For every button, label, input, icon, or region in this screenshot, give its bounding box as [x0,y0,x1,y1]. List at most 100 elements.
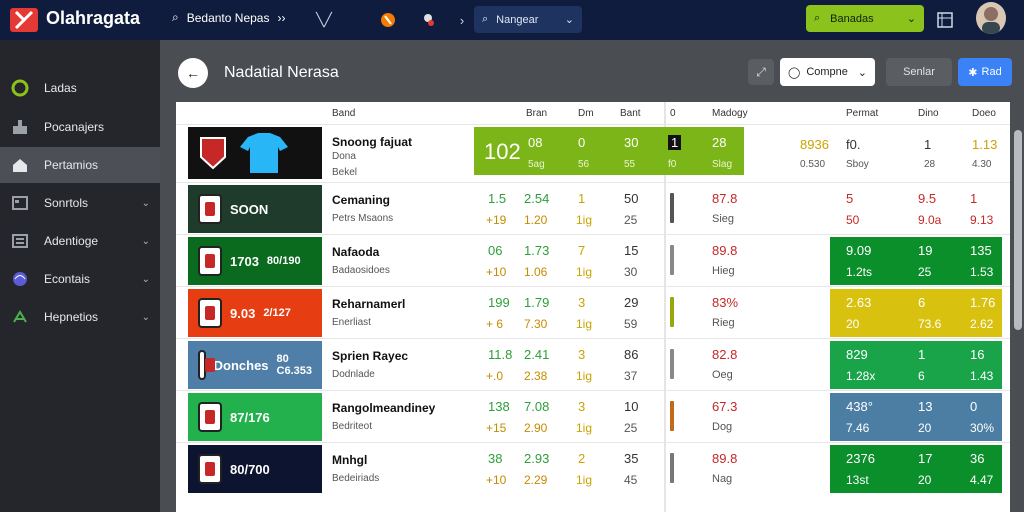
value-cell: 29 [624,295,639,310]
filter-button[interactable]: ⌕ Banadas ⌄ [806,5,924,32]
chart-icon[interactable]: ╲╱ [314,10,334,30]
chevron-icon[interactable]: › [452,10,472,30]
thumb-text: Donches [213,357,269,373]
table-row[interactable]: 1703 80/190 Nafaoda Badaosidoes 06 1.73 … [176,234,1010,286]
value-sub: 7.46 [846,421,870,435]
thumb-text: 80/700 [230,461,270,477]
sidebar-item-pertamios[interactable]: Pertamios [0,147,160,183]
sidebar-item-econtais[interactable]: Econtais ⌄ [0,261,160,297]
tool-icon[interactable] [418,10,438,30]
avatar[interactable] [976,2,1006,34]
compare-button-label: Compne [806,66,848,78]
value-cell: 2.93 [524,451,550,466]
search-icon: ⌕ [172,10,179,24]
value-cell: 10 [624,399,639,414]
value-cell: 135 [970,243,992,258]
sidebar-item-sonrtols[interactable]: Sonrtols ⌄ [0,185,160,221]
table-row[interactable]: Donches 80 C6.353 Sprien Rayec Dodnlade … [176,338,1010,390]
team-sub: Enerliast [332,317,371,328]
compare-button[interactable]: ◯ Compne ⌄ [780,58,875,86]
value-sub: Slag [712,159,733,170]
value-sub: 1ig [576,317,593,331]
value-sub: Sboy [846,159,869,170]
team-sub: Bekel [332,167,358,178]
crest-icon [200,137,226,170]
value-sub: 2.29 [524,473,548,487]
value-sub: 1.06 [524,265,548,279]
expand-icon: ⤢ [756,64,766,79]
value-cell: 2.63 [846,295,872,310]
value-cell: 17 [918,451,933,466]
value-cell: 11.8 [488,347,513,362]
column-header: Dino [918,108,939,119]
scrollbar[interactable] [1014,130,1022,330]
sidebar-item-hepnetios[interactable]: Hepnetios ⌄ [0,299,160,335]
back-button[interactable]: ← [178,58,208,88]
value-cell: 2376 [846,451,875,466]
crest-icon [198,350,215,380]
value-sub: +10 [486,473,507,487]
thumb-text: 80 C6.353 [276,353,313,377]
team-sub: Badaosidoes [332,265,390,276]
primary-button[interactable]: ✱ Rad [958,58,1012,86]
chevron-down-icon: ⌄ [564,14,574,26]
sidebar-item-adentioge[interactable]: Adentioge ⌄ [0,223,160,259]
value-cell: 83% [712,295,739,310]
value-sub: 7.30 [524,317,548,331]
sidebar-item-label: Ladas [44,81,77,95]
table-row[interactable]: 80/700 Mnhgl Bedeiriads 38 2.93 2 35 +10… [176,442,1010,494]
value-sub: Dog [712,421,733,433]
search-field[interactable]: ⌕ Nangear ⌄ [474,6,582,33]
sidebar-item-ladas[interactable]: Ladas [0,70,160,106]
value-sub: 20 [846,317,860,331]
value-sub: 28 [924,159,936,170]
value-sub: 5ag [528,159,545,170]
value-sub: 2.90 [524,421,548,435]
export-button[interactable]: Senlar [886,58,952,86]
column-header: Bran [526,108,548,119]
column-header: Band [332,108,356,119]
value-cell: 50 [624,191,639,206]
value-sub: 0.530 [800,159,826,170]
sidebar-item-label: Pocanajers [44,120,105,134]
fire-icon[interactable] [378,10,398,30]
value-sub: 13st [846,473,869,487]
thumb-text: 80/190 [266,255,301,267]
primary-button-label: Rad [981,66,1002,78]
value-sub: +10 [486,265,507,279]
value-cell: 0 [970,399,978,414]
grid-icon[interactable] [935,10,955,30]
status-block: 2.63 6 1.76 20 73.6 2.62 [830,289,1002,337]
value-cell: 15 [624,243,639,258]
value-cell: 16 [970,347,985,362]
value-cell: 1.73 [524,243,550,258]
value-sub: 1ig [576,421,593,435]
team-name: Reharnamerl [332,297,406,311]
compare-arrows-icon[interactable]: ›› [277,11,285,25]
value-cell: 7 [578,243,586,258]
search-field-text: Nangear [496,13,539,26]
expand-button[interactable]: ⤢ [748,59,774,85]
value-cell: 1 [924,137,932,152]
value-sub: 1.2ts [846,265,873,279]
sidebar-item-label: Hepnetios [44,310,99,324]
top-bar: Olahragata ⌕ Bedanto Nepas ›› ╲╱ › ⌕ Nan… [0,0,1024,40]
global-search[interactable]: ⌕ Bedanto Nepas ›› [172,10,285,25]
app-title: Olahragata [46,8,141,28]
table-row[interactable]: SOON Cemaning Petrs Msaons 1.5 2.54 1 50… [176,182,1010,234]
team-sub: Dona [332,151,356,162]
value-cell: 138 [488,399,510,414]
team-thumbnail: SOON [188,185,322,233]
app-logo-icon[interactable] [8,6,40,34]
value-sub: 55 [624,159,636,170]
table-row[interactable]: 9.03 2/127 Reharnamerl Enerliast 199 1.7… [176,286,1010,338]
status-block: 5 9.5 1 50 9.0a 9.13 [830,185,1002,233]
sidebar-item-pocanajers[interactable]: Pocanajers [0,109,160,145]
value-sub: Rieg [712,317,735,329]
circle-icon [10,78,30,98]
team-sub: Bedeiriads [332,473,380,484]
jersey-icon [240,133,288,173]
sidebar-item-label: Adentioge [44,234,99,248]
table-row[interactable]: 87/176 Rangolmeandiney Bedriteot 138 7.0… [176,390,1010,442]
table-row[interactable]: Snoong fajuat Dona Bekel 102 08 0 30 1 2… [176,124,1010,180]
